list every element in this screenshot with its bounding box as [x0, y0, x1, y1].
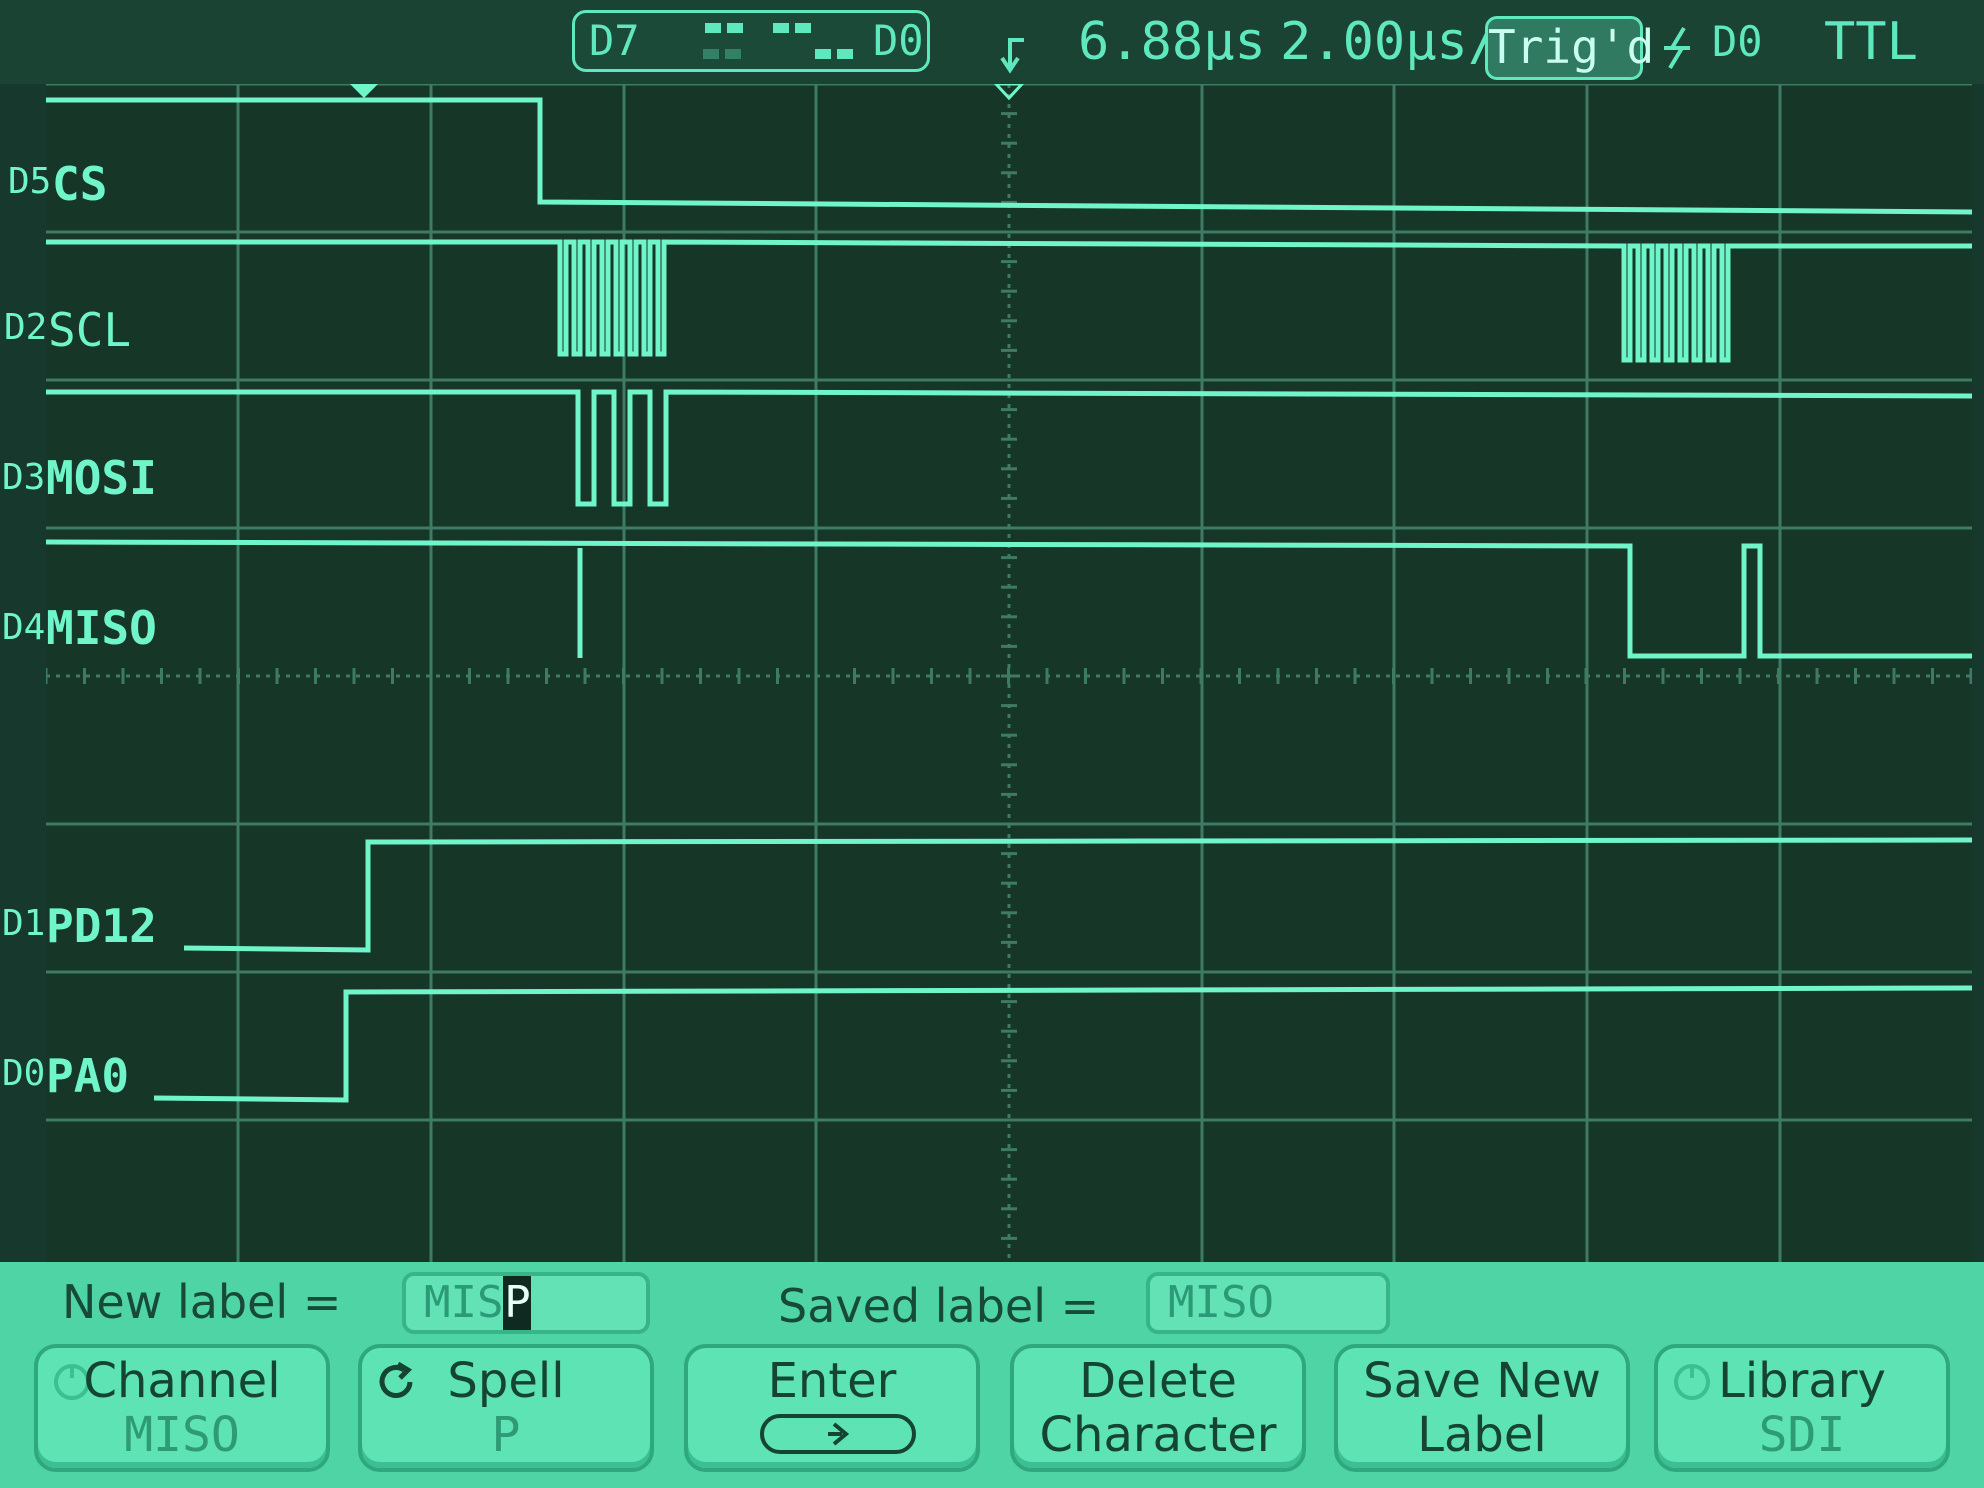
channel-index-d1: D1: [2, 903, 46, 944]
enter-softkey[interactable]: Enter: [684, 1344, 980, 1472]
bit-dot: [795, 23, 811, 33]
bit-dot: [727, 23, 743, 33]
trace-scl: [46, 239, 1972, 363]
channel-label-cs[interactable]: CS: [52, 158, 107, 210]
library-softkey-value: SDI: [1758, 1407, 1846, 1463]
channel-index-d0: D0: [2, 1053, 46, 1094]
new-label-field[interactable]: MISP: [402, 1272, 650, 1334]
bit-dot: [837, 49, 853, 59]
save-softkey-title: Save New: [1363, 1353, 1601, 1409]
library-softkey[interactable]: Library SDI: [1654, 1344, 1950, 1472]
library-softkey-title: Library: [1718, 1353, 1886, 1409]
saved-label-field: MISO: [1146, 1272, 1390, 1334]
new-label-value: MIS: [424, 1277, 504, 1328]
channel-index-d5: D5: [8, 161, 52, 202]
channel-softkey[interactable]: Channel MISO: [34, 1344, 330, 1472]
logic-threshold[interactable]: TTL: [1824, 10, 1918, 74]
enter-arrow-icon: [760, 1414, 916, 1454]
channel-label-pd12[interactable]: PD12: [46, 900, 157, 952]
channel-label-pa0[interactable]: PA0: [46, 1050, 129, 1102]
bit-dot: [705, 23, 721, 33]
oscilloscope-screen: D7 D0 6.88µs 2.00µs/ Trig'd D0 TTL D5 CS…: [0, 0, 1984, 1488]
delay-readout[interactable]: 6.88µs: [1078, 10, 1266, 74]
spell-softkey-title: Spell: [447, 1353, 565, 1409]
channel-label-mosi[interactable]: MOSI: [46, 452, 157, 504]
bit-low-label: D0: [873, 16, 924, 65]
channel-index-d3: D3: [2, 457, 46, 498]
trigger-marker[interactable]: [350, 84, 378, 98]
status-bar: D7 D0 6.88µs 2.00µs/ Trig'd D0 TTL: [0, 0, 1984, 84]
save-new-label-softkey[interactable]: Save New Label: [1334, 1344, 1630, 1472]
saved-label-caption: Saved label =: [778, 1279, 1100, 1333]
channel-label-scl[interactable]: SCL: [48, 304, 131, 356]
bit-dot: [773, 23, 789, 33]
edit-cursor: P: [503, 1276, 532, 1330]
digital-bit-indicator: D7 D0: [572, 10, 930, 72]
spell-softkey[interactable]: Spell P: [358, 1344, 654, 1472]
graticule: [46, 84, 1972, 1262]
enter-softkey-title: Enter: [767, 1353, 897, 1409]
bit-dot: [815, 49, 831, 59]
channel-label-miso[interactable]: MISO: [46, 602, 157, 654]
spell-softkey-value: P: [491, 1407, 521, 1463]
bit-dot: [703, 49, 719, 59]
trigger-position-icon: [1000, 38, 1024, 74]
channel-index-d2: D2: [4, 307, 48, 348]
waveform-display: [46, 84, 1972, 1262]
bit-dot: [725, 49, 741, 59]
channel-index-d4: D4: [2, 607, 46, 648]
delete-character-softkey[interactable]: Delete Character: [1010, 1344, 1306, 1472]
trace-pa0: [153, 985, 1972, 1103]
timebase-readout[interactable]: 2.00µs/: [1280, 10, 1499, 74]
trigger-status-badge: Trig'd: [1485, 16, 1654, 80]
bit-high-label: D7: [589, 16, 640, 65]
trace-pd12: [183, 837, 1972, 953]
delete-softkey-title: Delete: [1079, 1353, 1237, 1409]
falling-edge-icon: [1664, 26, 1690, 70]
delete-softkey-subtitle: Character: [1039, 1407, 1277, 1463]
trigger-source[interactable]: D0: [1712, 10, 1763, 74]
save-softkey-subtitle: Label: [1417, 1407, 1547, 1463]
channel-softkey-value: MISO: [124, 1407, 240, 1463]
new-label-caption: New label =: [62, 1275, 342, 1329]
channel-softkey-title: Channel: [83, 1353, 281, 1409]
